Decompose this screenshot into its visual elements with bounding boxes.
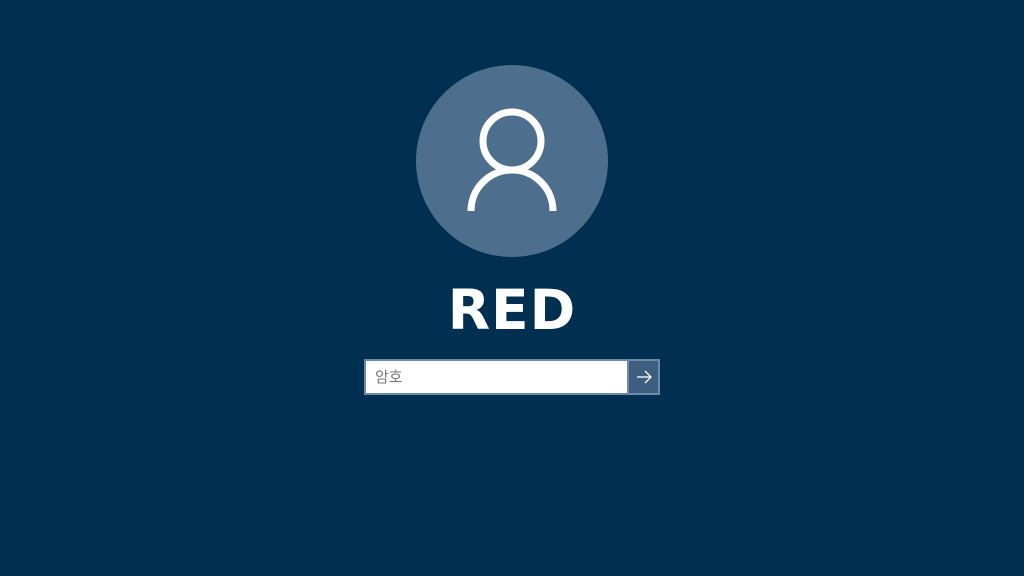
lock-screen: RED (0, 0, 1024, 576)
user-name: RED (447, 278, 577, 342)
arrow-right-icon (636, 370, 652, 384)
password-input[interactable] (366, 361, 627, 393)
password-box (364, 359, 660, 395)
user-avatar (416, 65, 608, 257)
submit-button[interactable] (627, 361, 658, 393)
user-silhouette-icon (467, 108, 557, 212)
